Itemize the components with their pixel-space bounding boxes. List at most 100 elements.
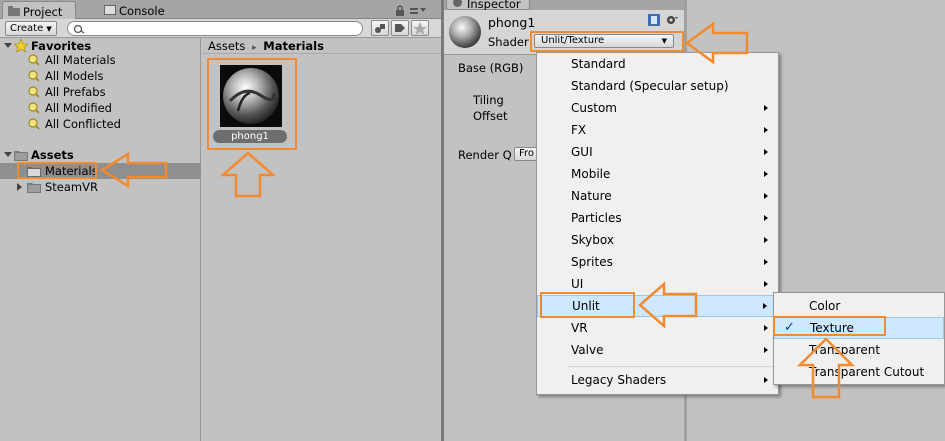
assets-label: Assets [31,148,74,162]
gear-icon[interactable] [665,14,679,26]
breadcrumb-current[interactable]: Materials [263,39,324,53]
tab-project-label: Project [23,5,63,19]
expand-triangle-icon[interactable] [4,152,12,157]
search-icon [73,24,85,34]
shapes-icon [375,24,385,33]
expand-triangle-icon[interactable] [4,43,12,48]
search-filter-icon [28,102,40,114]
favorite-item[interactable]: All Materials [0,52,201,68]
menu-item-label: GUI [571,145,593,159]
menu-item-label: Skybox [571,233,614,247]
menu-item-standard-specular[interactable]: Standard (Specular setup) [537,75,778,97]
search-filter-icon [28,70,40,82]
submenu-arrow-icon [763,303,767,309]
tiling-label: Tiling [473,93,504,107]
search-input[interactable] [67,21,363,36]
menu-item-label: Particles [571,211,622,225]
create-button[interactable]: Create ▼ [5,21,57,36]
highlight-box-texture [773,316,886,336]
submenu-arrow-icon [764,171,768,177]
menu-separator [567,366,775,367]
menu-item-label: Custom [571,101,617,115]
menu-item-label: Valve [571,343,604,357]
highlight-box-unlit [540,292,635,318]
folder-icon [14,151,28,161]
arrow-left-icon [99,151,168,189]
arrow-left-icon [638,281,698,329]
search-filter-icon [28,86,40,98]
highlight-box-shader [530,31,684,52]
menu-item-label: Sprites [571,255,613,269]
star-icon [14,39,28,53]
lock-icon[interactable] [395,5,405,16]
search-filter-icon [28,54,40,66]
menu-item-mobile[interactable]: Mobile [537,163,778,185]
submenu-arrow-icon [764,105,768,111]
menu-item-label: Standard [571,57,626,71]
menu-item-sprites[interactable]: Sprites [537,251,778,273]
menu-item-label: Mobile [571,167,611,181]
favorite-item[interactable]: All Prefabs [0,84,201,100]
material-preview-icon [449,16,481,48]
console-icon [104,5,116,15]
create-label: Create [10,23,44,34]
menu-item-label: Nature [571,189,612,203]
highlight-box-thumbnail [207,58,297,150]
shader-label: Shader [488,35,529,49]
menu-item-skybox[interactable]: Skybox [537,229,778,251]
submenu-arrow-icon [764,347,768,353]
submenu-arrow-icon [764,325,768,331]
breadcrumb-root[interactable]: Assets [208,39,245,53]
submenu-arrow-icon [764,281,768,287]
filter-by-type-button[interactable] [371,20,389,36]
menu-item-valve[interactable]: Valve [537,339,778,361]
menu-item-nature[interactable]: Nature [537,185,778,207]
favorite-item[interactable]: All Modified [0,100,201,116]
favorite-label: All Models [45,69,104,83]
window-menu-icon[interactable] [410,5,426,15]
project-tree: Favorites All Materials All Models All P… [0,38,201,441]
render-queue-dropdown[interactable]: Fro [514,147,538,161]
menu-item-label: VR [571,321,588,335]
label-icon [395,24,405,32]
breadcrumb-separator: ▸ [252,43,257,53]
arrow-up-icon [219,151,277,198]
project-icon [8,6,20,16]
menu-item-particles[interactable]: Particles [537,207,778,229]
submenu-arrow-icon [764,377,768,383]
menu-item-label: Legacy Shaders [571,373,667,387]
favorite-item[interactable]: All Models [0,68,201,84]
menu-item-fx[interactable]: FX [537,119,778,141]
favorites-toggle-button[interactable] [411,20,429,36]
submenu-arrow-icon [764,193,768,199]
filter-by-label-button[interactable] [391,20,409,36]
render-queue-label: Render Q [458,148,512,162]
favorite-item[interactable]: All Conflicted [0,116,201,132]
folder-label: SteamVR [45,180,98,194]
info-icon [453,0,462,7]
tab-inspector[interactable]: Inspector [446,0,530,11]
favorite-label: All Modified [45,101,112,115]
menu-item-legacy-shaders[interactable]: Legacy Shaders [537,369,778,391]
submenu-item-color[interactable]: Color [774,295,944,317]
folder-icon [27,183,41,193]
submenu-arrow-icon [764,127,768,133]
favorite-label: All Conflicted [45,117,121,131]
menu-item-label: UI [571,277,584,291]
menu-item-custom[interactable]: Custom [537,97,778,119]
offset-label: Offset [473,109,508,123]
menu-item-gui[interactable]: GUI [537,141,778,163]
tab-console[interactable]: Console [99,1,179,19]
collapse-triangle-icon[interactable] [17,183,22,191]
menu-item-label: FX [571,123,587,137]
search-filter-icon [28,118,40,130]
submenu-item-label: Color [809,299,841,313]
highlight-box-materials [17,162,97,179]
dropdown-arrow-icon: ▼ [46,25,52,33]
help-book-icon[interactable] [648,14,660,26]
material-name: phong1 [488,15,536,30]
breadcrumb: Assets ▸ Materials [202,38,441,54]
star-icon [413,22,427,35]
favorite-label: All Prefabs [45,85,106,99]
tab-project[interactable]: Project [2,1,76,19]
